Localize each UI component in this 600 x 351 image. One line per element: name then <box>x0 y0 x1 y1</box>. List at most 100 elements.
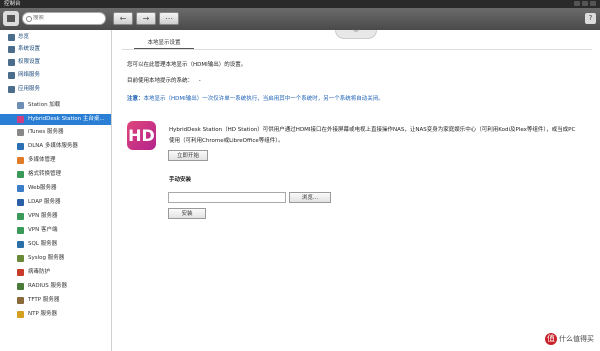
sidebar-item-vpn-client[interactable]: VPN 客户端 <box>0 225 111 236</box>
database-icon <box>17 241 24 248</box>
sidebar-item-label: DLNA 多媒体服务器 <box>28 143 78 149</box>
sidebar-category-label: 权限设置 <box>18 59 41 65</box>
dlna-icon <box>17 143 24 150</box>
minimize-button[interactable] <box>574 1 580 6</box>
vpn-client-icon <box>17 227 24 234</box>
sidebar-item-ntp[interactable]: NTP 服务器 <box>0 309 111 320</box>
gear-icon <box>8 46 15 53</box>
tab-local-display[interactable]: 本地显示设置 <box>134 38 194 49</box>
forward-button[interactable]: → <box>136 12 156 25</box>
sidebar-category-label: 系统设置 <box>18 46 41 52</box>
sidebar-category-label: 总览 <box>18 34 30 40</box>
sidebar-item-station-manager[interactable]: Station 加载 <box>0 100 111 111</box>
window-title: 控制台 <box>4 1 21 7</box>
sidebar-item-label: VPN 服务器 <box>28 213 58 219</box>
multimedia-icon <box>17 157 24 164</box>
sidebar-item-itunes[interactable]: iTunes 服务器 <box>0 127 111 138</box>
tftp-icon <box>17 297 24 304</box>
station-icon <box>17 102 24 109</box>
sidebar-item-label: SQL 服务器 <box>28 241 58 247</box>
vpn-icon <box>17 213 24 220</box>
collapse-handle[interactable]: ︾ <box>335 30 377 39</box>
control-panel-icon[interactable] <box>3 11 19 26</box>
note-row: 注意：本地显示（HDMI输出）一次仅许单一系统执行，当启用其中一个系统时，另一个… <box>127 94 384 102</box>
back-button[interactable]: ← <box>113 12 133 25</box>
search-input[interactable] <box>33 15 93 21</box>
start-now-button[interactable]: 立即开始 <box>168 150 208 161</box>
grid-view-button[interactable]: ⋯ <box>159 12 179 25</box>
network-icon <box>8 72 15 79</box>
sidebar-item-label: iTunes 服务器 <box>28 129 64 135</box>
sidebar-category-system[interactable]: 系统设置 <box>0 44 111 55</box>
sidebar: 总览 系统设置 权限设置 网络服务 应用服务 Station 加载 Hybrid… <box>0 30 112 351</box>
sidebar-item-antivirus[interactable]: 病毒防护 <box>0 267 111 278</box>
maximize-button[interactable] <box>582 1 588 6</box>
sidebar-item-syslog[interactable]: Syslog 服务器 <box>0 253 111 264</box>
sidebar-item-label: Web服务器 <box>28 185 57 191</box>
search-icon <box>26 16 32 22</box>
sidebar-category-applications[interactable]: 应用服务 <box>0 84 111 95</box>
window-titlebar: 控制台 <box>0 0 600 8</box>
tab-divider <box>122 49 592 50</box>
watermark-icon: 值 <box>545 333 557 345</box>
sidebar-item-sql[interactable]: SQL 服务器 <box>0 239 111 250</box>
file-path-input[interactable] <box>168 192 286 203</box>
antivirus-icon <box>17 269 24 276</box>
sidebar-item-label: Syslog 服务器 <box>28 255 65 261</box>
sidebar-item-label: HybridDesk Station 主台桌... <box>28 116 105 122</box>
close-button[interactable] <box>590 1 596 6</box>
sidebar-item-label: Station 加载 <box>28 102 61 108</box>
hd-station-logo: HD <box>127 121 156 150</box>
main-content: ︾ 本地显示设置 您可以在此管理本地显示（HDMI输出）的设置。 目前使用本地提… <box>112 30 600 351</box>
current-system-value: - <box>198 78 201 84</box>
window-controls <box>572 1 596 8</box>
current-system-label: 目前使用本地提示的系统： <box>127 78 194 84</box>
watermark: 值什么值得买 <box>545 333 594 345</box>
sidebar-item-vpn-server[interactable]: VPN 服务器 <box>0 211 111 222</box>
ldap-icon <box>17 199 24 206</box>
syslog-icon <box>17 255 24 262</box>
sidebar-item-label: 格式转换管理 <box>28 171 62 177</box>
hd-station-icon <box>17 116 24 123</box>
sidebar-item-ldap[interactable]: LDAP 服务器 <box>0 197 111 208</box>
watermark-text: 什么值得买 <box>559 335 594 343</box>
sidebar-item-dlna[interactable]: DLNA 多媒体服务器 <box>0 141 111 152</box>
description-line-1: HybridDesk Station（HD Station）可供用户通过HDMI… <box>169 127 576 133</box>
sidebar-item-multimedia[interactable]: 多媒体管理 <box>0 155 111 166</box>
note-text: 本地显示（HDMI输出）一次仅许单一系统执行，当启用其中一个系统时，另一个系统将… <box>143 96 384 102</box>
sidebar-item-web-server[interactable]: Web服务器 <box>0 183 111 194</box>
ntp-icon <box>17 311 24 318</box>
toolbar: ← → ⋯ ? <box>0 8 600 30</box>
user-icon <box>8 59 15 66</box>
sidebar-category-label: 网络服务 <box>18 72 41 78</box>
search-box[interactable] <box>22 12 106 25</box>
sidebar-item-transcode[interactable]: 格式转换管理 <box>0 169 111 180</box>
sidebar-item-label: 多媒体管理 <box>28 157 56 163</box>
install-button[interactable]: 安装 <box>168 208 206 219</box>
sidebar-category-label: 应用服务 <box>18 86 41 92</box>
transcode-icon <box>17 171 24 178</box>
web-icon <box>17 185 24 192</box>
apps-icon <box>8 86 15 93</box>
description-line-2: 使用（可利用Chrome或LibreOffice等组件）。 <box>169 138 284 144</box>
sidebar-item-tftp[interactable]: TFTP 服务器 <box>0 295 111 306</box>
sidebar-item-label: NTP 服务器 <box>28 311 58 317</box>
overview-icon <box>8 34 15 41</box>
sidebar-item-label: LDAP 服务器 <box>28 199 61 205</box>
intro-text: 您可以在此管理本地显示（HDMI输出）的设置。 <box>127 62 247 68</box>
help-button[interactable]: ? <box>585 13 596 24</box>
sidebar-item-label: 病毒防护 <box>28 269 51 275</box>
manual-install-title: 手动安装 <box>169 177 192 183</box>
sidebar-item-label: VPN 客户端 <box>28 227 58 233</box>
sidebar-item-label: RADIUS 服务器 <box>28 283 67 289</box>
sidebar-category-network[interactable]: 网络服务 <box>0 70 111 81</box>
browse-button[interactable]: 浏览... <box>289 192 331 203</box>
sidebar-category-overview[interactable]: 总览 <box>0 32 111 43</box>
sidebar-item-radius[interactable]: RADIUS 服务器 <box>0 281 111 292</box>
sidebar-category-privilege[interactable]: 权限设置 <box>0 57 111 68</box>
sidebar-item-label: TFTP 服务器 <box>28 297 60 303</box>
sidebar-item-hybriddesk-station[interactable]: HybridDesk Station 主台桌... <box>0 114 111 125</box>
radius-icon <box>17 283 24 290</box>
note-label: 注意： <box>127 96 144 102</box>
itunes-icon <box>17 129 24 136</box>
